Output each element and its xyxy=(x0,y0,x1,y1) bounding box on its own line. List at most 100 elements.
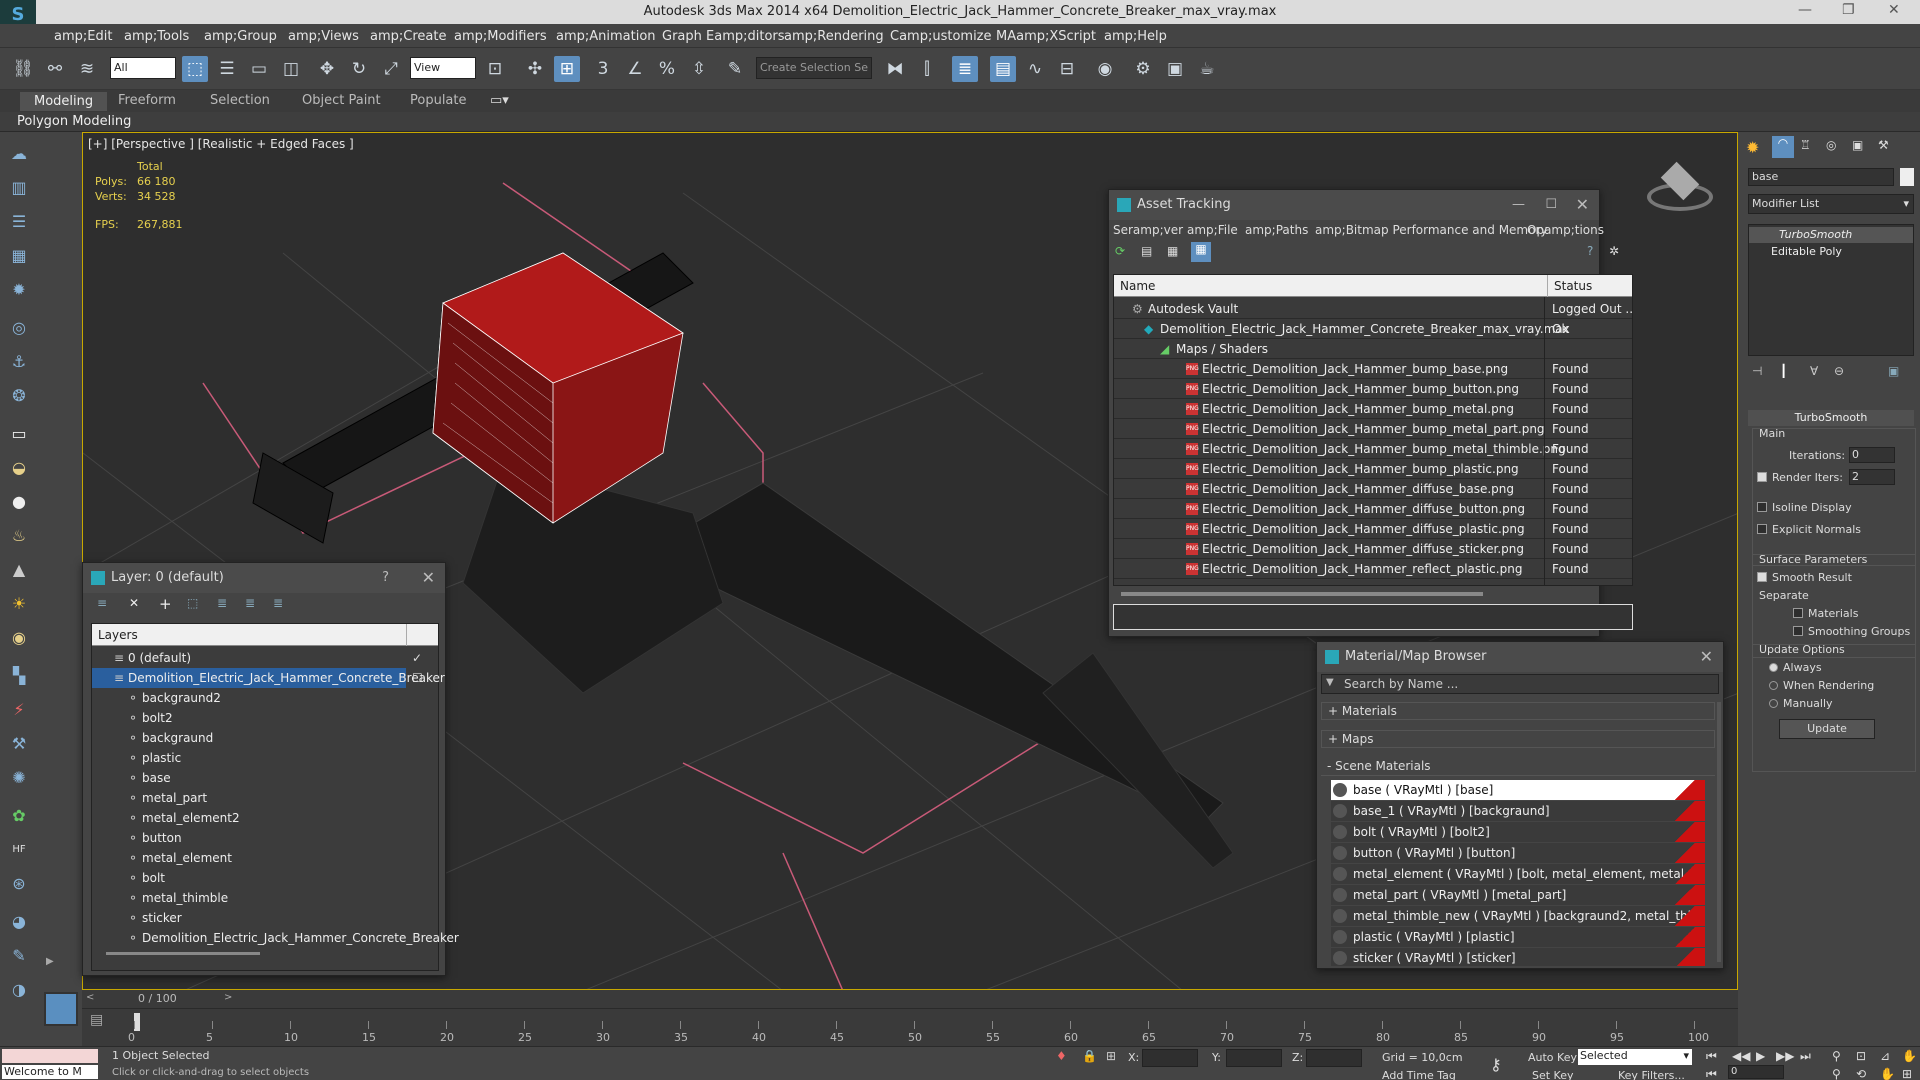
maximize-icon[interactable]: ❐ xyxy=(1842,2,1855,18)
mini-listener-icon[interactable] xyxy=(44,992,78,1026)
rendered-frame-icon[interactable]: ▣ xyxy=(1162,56,1188,82)
hair-icon[interactable]: HF xyxy=(7,838,31,862)
material-item[interactable]: button ( VRayMtl ) [button] xyxy=(1331,843,1705,863)
settings-icon[interactable]: ✲ xyxy=(1609,244,1619,258)
bind-spacewarp-icon[interactable]: ≋ xyxy=(74,56,100,82)
omni-icon[interactable]: ◉ xyxy=(7,626,31,650)
add-time-tag[interactable]: Add Time Tag xyxy=(1382,1069,1456,1080)
material-item[interactable]: metal_thimble_new ( VRayMtl ) [backgraun… xyxy=(1331,906,1705,926)
set-current-checkbox[interactable]: ☐ xyxy=(412,668,423,688)
make-unique-icon[interactable]: ∀ xyxy=(1810,364,1818,378)
rotate-icon[interactable]: ↻ xyxy=(346,56,372,82)
display-tab-icon[interactable]: ▣ xyxy=(1852,138,1863,152)
material-item[interactable]: bolt ( VRayMtl ) [bolt2] xyxy=(1331,822,1705,842)
pan-icon[interactable]: ✋ xyxy=(1902,1049,1917,1063)
menu-customize[interactable]: Camp;ustomize xyxy=(890,29,992,44)
layer-row[interactable]: ≡ Demolition_Electric_Jack_Hammer_Concret… xyxy=(92,668,445,688)
go-to-end-icon[interactable]: ⏭ xyxy=(1800,1049,1811,1064)
track-bar[interactable]: 0 5 10 15 20 25 30 35 40 45 50 55 60 65 70 75 80 85 90 95 10… xyxy=(82,1008,1738,1046)
manually-radio[interactable] xyxy=(1769,699,1778,708)
teapot-icon[interactable]: ♨ xyxy=(7,524,31,548)
material-item[interactable]: plastic ( VRayMtl ) [plastic] xyxy=(1331,927,1705,947)
layer-object-row[interactable]: ⚬ plastic xyxy=(92,748,406,768)
menu-tools[interactable]: amp;Tools xyxy=(124,29,189,44)
material-item[interactable]: sticker ( VRayMtl ) [sticker] xyxy=(1331,948,1705,966)
col-status[interactable]: Status xyxy=(1547,275,1592,297)
sun-icon[interactable]: ☀ xyxy=(7,592,31,616)
material-item[interactable]: base ( VRayMtl ) [base] xyxy=(1331,780,1705,800)
current-layer-checkmark[interactable]: ✓ xyxy=(412,648,422,668)
ribbon-options-icon[interactable]: ▭▾ xyxy=(490,93,509,108)
render-env-icon[interactable]: ◑ xyxy=(7,978,31,1002)
highlight-layer-icon[interactable]: ≣ xyxy=(217,596,227,610)
asset-hscroll[interactable] xyxy=(1121,592,1483,596)
layer-help-button[interactable]: ? xyxy=(382,563,389,593)
current-frame-field[interactable]: 0 xyxy=(1728,1065,1784,1079)
sphere-gizmo-icon[interactable]: ✺ xyxy=(7,766,31,790)
asset-row[interactable]: ◆ Demolition_Electric_Jack_Hammer_Concret… xyxy=(1114,319,1632,339)
layer-hscroll[interactable] xyxy=(106,952,260,955)
zoom-all-icon[interactable]: ⚲ xyxy=(1832,1067,1841,1080)
graphite-toggle-icon[interactable]: ▤ xyxy=(990,56,1016,82)
mirror-icon[interactable]: ⧓ xyxy=(882,56,908,82)
prev-key-icon[interactable]: ◀◀ xyxy=(1732,1049,1750,1063)
pivot-center-icon[interactable]: ⊡ xyxy=(482,56,508,82)
freeze-all-icon[interactable]: ≣ xyxy=(273,596,283,610)
materials-checkbox[interactable] xyxy=(1793,608,1803,618)
select-object-icon[interactable]: ⬚ xyxy=(182,56,208,82)
set-key-button[interactable]: Set Key xyxy=(1532,1069,1574,1080)
layer-row[interactable]: ≡ 0 (default) ✓ xyxy=(92,648,422,668)
layer-object-row[interactable]: ⚬ button xyxy=(92,828,406,848)
layer-object-row[interactable]: ⚬ metal_element xyxy=(92,848,406,868)
tree-icon[interactable]: ▦ xyxy=(1167,244,1178,258)
utilities-tab-icon[interactable]: ⚒ xyxy=(1878,138,1889,152)
key-icon[interactable]: ⚷ xyxy=(1490,1055,1502,1074)
configure-sets-icon[interactable]: ▣ xyxy=(1888,364,1899,378)
y-coord-field[interactable] xyxy=(1226,1049,1282,1067)
close-icon[interactable]: ✕ xyxy=(1700,642,1713,672)
modify-tab-icon[interactable]: ◠ xyxy=(1772,136,1794,158)
help-icon[interactable]: ? xyxy=(1587,244,1593,258)
material-item[interactable]: base_1 ( VRayMtl ) [backgraund] xyxy=(1331,801,1705,821)
menu-edit[interactable]: amp;Edit xyxy=(54,29,112,44)
spinner-snap-icon[interactable]: ⇳ xyxy=(686,56,712,82)
asset-row[interactable]: PNG Electric_Demolition_Jack_Hammer_bump_… xyxy=(1114,379,1632,399)
walk-icon[interactable]: ✋ xyxy=(1880,1067,1895,1080)
frame-indicator[interactable]: 0 / 100 xyxy=(138,992,177,1005)
layers-icon[interactable]: ▦ xyxy=(7,244,31,268)
layer-object-row[interactable]: ⚬ metal_element2 xyxy=(92,808,406,828)
cloth-icon[interactable]: ⊛ xyxy=(7,872,31,896)
maps-group[interactable]: + Maps xyxy=(1321,730,1715,748)
search-dropdown-icon[interactable]: ▼ xyxy=(1326,677,1334,688)
asset-menu-options[interactable]: Opamp;tions xyxy=(1527,223,1604,237)
viewcube[interactable] xyxy=(1647,161,1713,215)
tab-populate[interactable]: Populate xyxy=(410,93,467,108)
material-browser-titlebar[interactable]: Material/Map Browser ✕ xyxy=(1317,642,1723,672)
menu-rendering[interactable]: amp;Rendering xyxy=(784,29,884,44)
keyboard-shortcut-icon[interactable]: ⊞ xyxy=(554,56,580,82)
welcome-field[interactable]: Welcome to M xyxy=(2,1065,98,1079)
layer-titlebar[interactable]: Layer: 0 (default) ? ✕ xyxy=(83,563,445,593)
turbosmooth-rollout[interactable]: TurboSmooth xyxy=(1748,410,1914,426)
motion-tab-icon[interactable]: ◎ xyxy=(1826,138,1836,152)
go-to-start-icon[interactable]: ⏮ xyxy=(1706,1049,1717,1064)
render-setup-icon[interactable]: ⚙ xyxy=(1130,56,1156,82)
asset-menu-server[interactable]: Seramp;ver xyxy=(1113,223,1183,237)
refresh-icon[interactable]: ⟳ xyxy=(1115,244,1125,258)
asset-row[interactable]: PNG Electric_Demolition_Jack_Hammer_bump_… xyxy=(1114,399,1632,419)
render-iters-checkbox[interactable] xyxy=(1757,472,1767,482)
menu-create[interactable]: amp;Create xyxy=(370,29,446,44)
layers-column[interactable]: Layers xyxy=(98,628,138,642)
asset-row[interactable]: PNG Electric_Demolition_Jack_Hammer_bump_… xyxy=(1114,419,1632,439)
when-rendering-radio[interactable] xyxy=(1769,681,1778,690)
tab-selection[interactable]: Selection xyxy=(210,93,270,108)
object-name-field[interactable]: base xyxy=(1748,168,1894,186)
table-view-icon[interactable]: ▦ xyxy=(1191,242,1211,262)
x-coord-field[interactable] xyxy=(1142,1049,1198,1067)
snap-toggle-icon[interactable]: 3 xyxy=(590,56,616,82)
asset-path-field[interactable] xyxy=(1113,604,1633,630)
hide-all-icon[interactable]: ≣ xyxy=(245,596,255,610)
window-crossing-icon[interactable]: ◫ xyxy=(278,56,304,82)
menu-help[interactable]: amp;Help xyxy=(1104,29,1167,44)
select-manipulate-icon[interactable]: ✣ xyxy=(522,56,548,82)
